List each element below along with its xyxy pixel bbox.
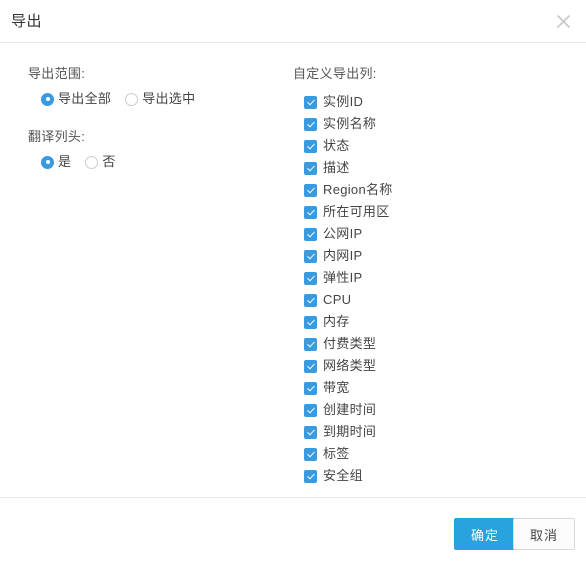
checkbox-checked-icon — [304, 161, 317, 175]
checkbox-label: CPU — [323, 292, 352, 307]
checkbox-label: 内网IP — [323, 248, 363, 263]
custom-columns-label: 自定义导出列: — [293, 66, 377, 81]
checkbox-row[interactable]: 创建时间 — [304, 399, 543, 421]
checkbox-checked-icon — [304, 293, 317, 307]
checkbox-row[interactable]: 实例ID — [304, 91, 543, 113]
checkbox-row[interactable]: 标签 — [304, 443, 543, 465]
checkbox-checked-icon — [304, 271, 317, 285]
checkbox-checked-icon — [304, 403, 317, 417]
checkbox-checked-icon — [304, 139, 317, 153]
checkbox-label: 付费类型 — [323, 336, 377, 351]
checkbox-checked-icon — [304, 315, 317, 329]
checkbox-label: 标签 — [323, 446, 350, 461]
checkbox-row[interactable]: 弹性IP — [304, 267, 543, 289]
checkbox-row[interactable]: 带宽 — [304, 377, 543, 399]
dialog-title: 导出 — [11, 13, 43, 30]
checkbox-label: 状态 — [323, 138, 350, 153]
checkbox-label: 描述 — [323, 160, 350, 175]
checkbox-row[interactable]: 实例名称 — [304, 113, 543, 135]
cancel-button[interactable]: 取消 — [512, 518, 575, 550]
export-scope-radio-group: 导出全部 导出选中 — [28, 91, 258, 107]
checkbox-checked-icon — [304, 359, 317, 373]
checkbox-row[interactable]: 描述 — [304, 157, 543, 179]
radio-export-selected-label: 导出选中 — [142, 91, 196, 106]
checkbox-checked-icon — [304, 447, 317, 461]
checkbox-row[interactable]: CPU — [304, 289, 543, 311]
checkbox-checked-icon — [304, 205, 317, 219]
checkbox-row[interactable]: Region名称 — [304, 179, 543, 201]
checkbox-row[interactable]: 内网IP — [304, 245, 543, 267]
checkbox-row[interactable]: 网络类型 — [304, 355, 543, 377]
checkbox-checked-icon — [304, 183, 317, 197]
checkbox-row[interactable]: 付费类型 — [304, 333, 543, 355]
checkbox-label: 实例名称 — [323, 116, 377, 131]
checkbox-row[interactable]: 内存 — [304, 311, 543, 333]
checkbox-label: 安全组 — [323, 468, 363, 483]
radio-selected-icon — [41, 92, 54, 106]
checkbox-checked-icon — [304, 381, 317, 395]
checkbox-label: 弹性IP — [323, 270, 363, 285]
checkbox-label: 实例ID — [323, 94, 364, 109]
checkbox-row[interactable]: 到期时间 — [304, 421, 543, 443]
radio-unselected-icon — [125, 92, 139, 106]
checkbox-label: 公网IP — [323, 226, 363, 241]
checkbox-label: Region名称 — [323, 182, 393, 197]
export-options-panel: 导出范围: 导出全部 导出选中 翻译列头: 是 否 — [28, 65, 258, 191]
checkbox-checked-icon — [304, 95, 317, 109]
checkbox-checked-icon — [304, 249, 317, 263]
dialog-header: 导出 — [0, 0, 586, 43]
radio-selected-icon — [41, 155, 54, 169]
radio-translate-yes-label: 是 — [58, 154, 72, 169]
dialog-body: 导出范围: 导出全部 导出选中 翻译列头: 是 否 自定义导出列: 实例ID 实… — [0, 43, 586, 497]
checkbox-row[interactable]: 所在可用区 — [304, 201, 543, 223]
radio-export-selected[interactable]: 导出选中 — [125, 91, 195, 107]
export-dialog: 导出 导出范围: 导出全部 导出选中 翻译列头: 是 否 自定义导出列: 实例I… — [0, 0, 586, 565]
checkbox-label: 网络类型 — [323, 358, 377, 373]
checkbox-label: 到期时间 — [323, 424, 377, 439]
checkbox-checked-icon — [304, 117, 317, 131]
radio-translate-no-label: 否 — [102, 154, 116, 169]
checkbox-row[interactable]: 安全组 — [304, 465, 543, 487]
checkbox-checked-icon — [304, 469, 317, 483]
translate-header-radio-group: 是 否 — [28, 154, 258, 170]
checkbox-checked-icon — [304, 337, 317, 351]
checkbox-label: 内存 — [323, 314, 350, 329]
radio-export-all-label: 导出全部 — [58, 91, 112, 106]
checkbox-label: 创建时间 — [323, 402, 377, 417]
checkbox-label: 所在可用区 — [323, 204, 390, 219]
close-icon[interactable] — [550, 8, 576, 34]
checkbox-row[interactable]: 状态 — [304, 135, 543, 157]
export-scope-label: 导出范围: — [28, 66, 86, 81]
radio-export-all[interactable]: 导出全部 — [41, 91, 111, 107]
radio-translate-yes[interactable]: 是 — [41, 154, 71, 170]
checkbox-label: 带宽 — [323, 380, 350, 395]
radio-translate-no[interactable]: 否 — [85, 154, 115, 170]
checkbox-row[interactable]: 公网IP — [304, 223, 543, 245]
confirm-button[interactable]: 确定 — [453, 518, 516, 550]
dialog-footer: 确定 取消 — [0, 497, 586, 565]
translate-header-label: 翻译列头: — [28, 129, 86, 144]
checkbox-checked-icon — [304, 227, 317, 241]
radio-unselected-icon — [85, 155, 99, 169]
custom-columns-panel: 自定义导出列: 实例ID 实例名称状态描述 Region名称 所在可用区公网IP 内网I… — [293, 65, 543, 487]
custom-columns-checkbox-list: 实例ID 实例名称状态描述 Region名称 所在可用区公网IP 内网IP 弹性IP CPU… — [293, 91, 543, 487]
checkbox-checked-icon — [304, 425, 317, 439]
